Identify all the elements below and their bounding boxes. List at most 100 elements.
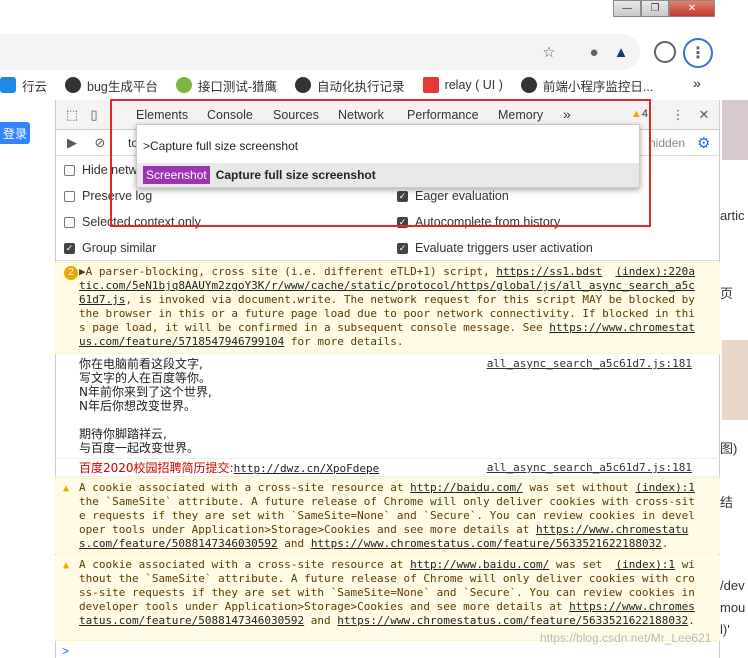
setting-evaluate-triggers[interactable]: ✓ Evaluate triggers user activation bbox=[397, 241, 593, 255]
setting-group-similar[interactable]: ✓ Group similar bbox=[64, 241, 156, 255]
bookmark-item[interactable]: 接口测试-猎鹰 bbox=[175, 76, 278, 95]
paw-icon bbox=[295, 77, 312, 93]
cookie-link[interactable]: http://baidu.com/ bbox=[410, 481, 523, 494]
bookmark-label: bug生成平台 bbox=[87, 79, 158, 94]
warning-icon: ▲ bbox=[63, 483, 70, 494]
bookmark-label: 前端小程序监控日... bbox=[542, 79, 654, 94]
cookie-link[interactable]: http://www.baidu.com/ bbox=[410, 558, 549, 571]
log-line: 你在电脑前看这段文字, bbox=[79, 357, 203, 371]
console-warning: 2 ▶A parser-blocking, cross site (i.e. d… bbox=[55, 262, 720, 354]
devtools-menu-icon[interactable]: ⋮ bbox=[668, 105, 688, 125]
close-devtools-icon[interactable]: ✕ bbox=[694, 105, 714, 125]
sidebar-toggle-icon[interactable]: ▶ bbox=[62, 133, 82, 153]
window-controls: — ❐ ✕ bbox=[613, 0, 715, 17]
maximize-button[interactable]: ❐ bbox=[641, 0, 669, 17]
page-text: artic bbox=[720, 208, 745, 223]
cloud-icon bbox=[0, 77, 16, 93]
bookmark-item[interactable]: 自动化执行记录 bbox=[295, 76, 405, 95]
source-link[interactable]: all_async_search_a5c61d7.js:181 bbox=[487, 357, 692, 371]
checkbox[interactable] bbox=[64, 216, 75, 228]
text: A cookie associated with a cross-site re… bbox=[79, 558, 411, 571]
watermark: https://blog.csdn.net/Mr_Lee621 bbox=[540, 631, 712, 645]
device-toolbar-icon[interactable]: ▯ bbox=[84, 105, 104, 125]
page-thumbnail bbox=[722, 100, 748, 160]
log-line: N年后你想改变世界。 bbox=[79, 399, 196, 413]
bookmark-item[interactable]: 前端小程序监控日... bbox=[520, 76, 654, 95]
clear-console-icon[interactable]: ⊘ bbox=[90, 133, 110, 153]
console-settings-gear-icon[interactable]: ⚙ bbox=[697, 134, 710, 152]
console-log: 百度2020校园招聘简历提交:http://dwz.cn/XpoFdepe al… bbox=[55, 459, 720, 477]
text: for more details. bbox=[284, 335, 404, 348]
source-link[interactable]: (index):220 bbox=[615, 265, 688, 278]
extension-triangle-icon[interactable]: ▲ bbox=[611, 42, 631, 62]
bookmarks-bar: 行云 bug生成平台 接口测试-猎鹰 自动化执行记录 relay ( UI ) … bbox=[0, 72, 720, 98]
recruit-label: 百度2020校园招聘简历提交: bbox=[79, 461, 234, 475]
page-thumbnail bbox=[722, 340, 748, 420]
close-window-button[interactable]: ✕ bbox=[669, 0, 715, 17]
page-text: l)' bbox=[720, 622, 730, 637]
paw-icon bbox=[520, 77, 537, 93]
page-text: 页 bbox=[720, 286, 734, 301]
kebab-menu-icon: ⋮ bbox=[690, 45, 706, 62]
text: was set bbox=[549, 558, 609, 571]
page-text: 结 bbox=[720, 495, 734, 510]
page-text: mou bbox=[720, 600, 746, 615]
paw-icon bbox=[65, 77, 82, 93]
divider bbox=[56, 260, 719, 261]
feature-link[interactable]: https://www.chromestatus.com/feature/563… bbox=[311, 537, 662, 550]
setting-label: Evaluate triggers user activation bbox=[415, 241, 593, 255]
setting-label: Group similar bbox=[82, 241, 157, 255]
minimize-button[interactable]: — bbox=[613, 0, 641, 17]
bookmark-label: 自动化执行记录 bbox=[317, 79, 405, 94]
source-link[interactable]: all_async_search_a5c61d7.js:181 bbox=[487, 461, 692, 475]
page-text: 图) bbox=[720, 441, 738, 456]
bookmark-label: 接口测试-猎鹰 bbox=[197, 79, 278, 94]
checkbox[interactable]: ✓ bbox=[64, 242, 75, 254]
console-log: 你在电脑前看这段文字, 写文字的人在百度等你。 N年前你来到了这个世界, N年后… bbox=[55, 355, 720, 459]
script-link[interactable]: https://ss1.bdst bbox=[496, 265, 602, 278]
checkbox[interactable] bbox=[64, 164, 75, 176]
bookmark-item[interactable]: 行云 bbox=[0, 76, 47, 95]
console-warning: ▲ A cookie associated with a cross-site … bbox=[55, 478, 720, 554]
bookmark-label: 行云 bbox=[22, 79, 48, 94]
page-text: /dev bbox=[720, 578, 745, 593]
hidden-count: hidden bbox=[649, 136, 686, 150]
log-line: 百度2020校园招聘简历提交:http://dwz.cn/XpoFdepe bbox=[79, 461, 379, 476]
login-button[interactable]: 登录 bbox=[0, 122, 30, 144]
console-prompt[interactable]: > bbox=[62, 644, 69, 658]
bookmark-item[interactable]: relay ( UI ) bbox=[422, 77, 503, 93]
bookmarks-more-button[interactable]: » bbox=[693, 75, 701, 91]
source-link[interactable]: (index):1 bbox=[615, 558, 675, 571]
text: was set without bbox=[522, 481, 636, 494]
log-line: N年前你来到了这个世界, bbox=[79, 385, 212, 399]
checkbox[interactable]: ✓ bbox=[397, 242, 408, 254]
feature-link[interactable]: https://www.chromestatus.com/feature/563… bbox=[337, 614, 688, 627]
console-warning: ▲ A cookie associated with a cross-site … bbox=[55, 555, 720, 641]
text: and bbox=[304, 614, 338, 627]
page-left-sliver bbox=[0, 100, 55, 658]
log-line: 期待你脚踏祥云, bbox=[79, 427, 167, 441]
warning-text: ▶A parser-blocking, cross site (i.e. dif… bbox=[79, 265, 699, 349]
extension-icon[interactable]: ● bbox=[584, 42, 604, 62]
page-right-sliver: artic 页 图) 结 /dev mou l)' bbox=[720, 100, 748, 658]
text: A cookie associated with a cross-site re… bbox=[79, 481, 411, 494]
checkbox[interactable] bbox=[64, 190, 75, 202]
text: . bbox=[688, 614, 695, 627]
message-count-badge: 2 bbox=[64, 266, 78, 280]
warning-text: A cookie associated with a cross-site re… bbox=[79, 481, 699, 551]
profile-avatar[interactable] bbox=[654, 41, 676, 63]
source-link[interactable]: (index):1 bbox=[635, 481, 695, 494]
warning-icon: ▲ bbox=[63, 560, 70, 571]
inspect-element-icon[interactable]: ⬚ bbox=[62, 105, 82, 125]
chrome-menu-button[interactable]: ⋮ bbox=[683, 38, 713, 68]
bookmark-item[interactable]: bug生成平台 bbox=[65, 76, 158, 95]
star-icon[interactable]: ☆ bbox=[539, 42, 559, 62]
recruit-link[interactable]: http://dwz.cn/XpoFdepe bbox=[234, 462, 380, 475]
text: and bbox=[277, 537, 311, 550]
leaf-icon bbox=[175, 77, 192, 93]
highlight-box bbox=[110, 99, 651, 227]
warning-text: A cookie associated with a cross-site re… bbox=[79, 558, 699, 628]
text: . bbox=[661, 537, 669, 550]
text: ▶A parser-blocking, cross site (i.e. dif… bbox=[79, 265, 497, 278]
bookmark-label: relay ( UI ) bbox=[444, 78, 503, 92]
